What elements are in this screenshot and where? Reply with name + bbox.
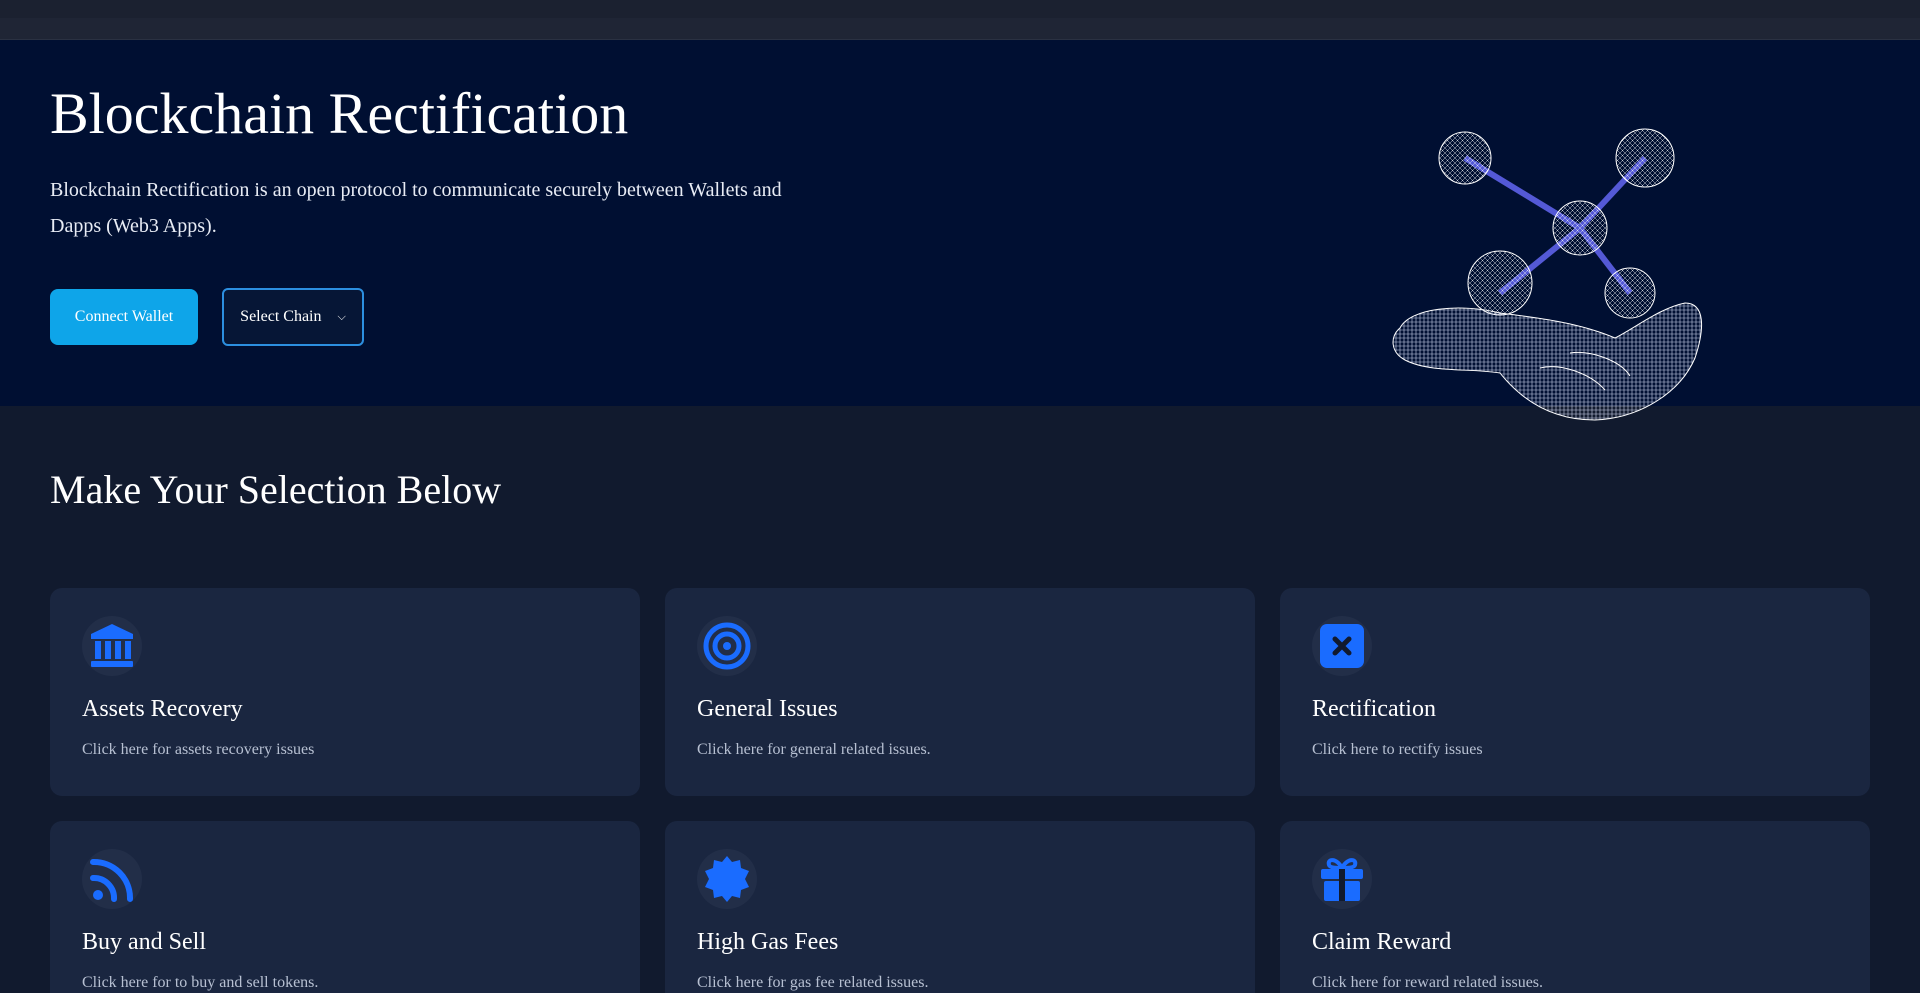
- card-title: Buy and Sell: [82, 929, 206, 955]
- card-claim-reward[interactable]: Claim Reward Click here for reward relat…: [1280, 821, 1870, 993]
- select-chain-label: Select Chain: [240, 307, 322, 325]
- card-description: Click here to rectify issues: [1312, 741, 1483, 758]
- card-description: Click here for general related issues.: [697, 741, 931, 758]
- card-buy-and-sell[interactable]: Buy and Sell Click here for to buy and s…: [50, 821, 640, 993]
- selection-section: Make Your Selection Below Assets Recover…: [0, 406, 1920, 993]
- chevron-down-icon: ⌵: [337, 309, 346, 323]
- bank-icon: [82, 616, 142, 676]
- card-title: General Issues: [697, 696, 838, 722]
- select-chain-dropdown[interactable]: Select Chain ⌵: [222, 287, 364, 346]
- hand-molecule-illustration: [1392, 128, 1703, 421]
- card-title: Assets Recovery: [82, 696, 243, 722]
- options-grid: Assets Recovery Click here for assets re…: [50, 588, 1870, 993]
- browser-top-bar: [0, 0, 1920, 40]
- badge-icon: [697, 849, 757, 909]
- card-description: Click here for to buy and sell tokens.: [82, 974, 319, 991]
- rss-icon: [82, 849, 142, 909]
- card-title: Rectification: [1312, 696, 1436, 722]
- card-description: Click here for reward related issues.: [1312, 974, 1544, 991]
- hero-description: Blockchain Rectification is an open prot…: [50, 178, 782, 237]
- gift-icon: [1312, 849, 1372, 909]
- card-description: Click here for assets recovery issues: [82, 741, 315, 758]
- card-general-issues[interactable]: General Issues Click here for general re…: [665, 588, 1255, 796]
- card-high-gas-fees[interactable]: High Gas Fees Click here for gas fee rel…: [665, 821, 1255, 993]
- card-rectification[interactable]: Rectification Click here to rectify issu…: [1280, 588, 1870, 796]
- connect-wallet-button[interactable]: Connect Wallet: [50, 288, 198, 345]
- close-square-icon: [1312, 616, 1372, 676]
- card-description: Click here for gas fee related issues.: [697, 974, 929, 991]
- target-icon: [697, 616, 757, 676]
- section-title: Make Your Selection Below: [50, 467, 502, 512]
- card-assets-recovery[interactable]: Assets Recovery Click here for assets re…: [50, 588, 640, 796]
- card-title: High Gas Fees: [697, 929, 839, 955]
- hero-section: Blockchain Rectification Blockchain Rect…: [0, 40, 1920, 421]
- card-title: Claim Reward: [1312, 929, 1452, 955]
